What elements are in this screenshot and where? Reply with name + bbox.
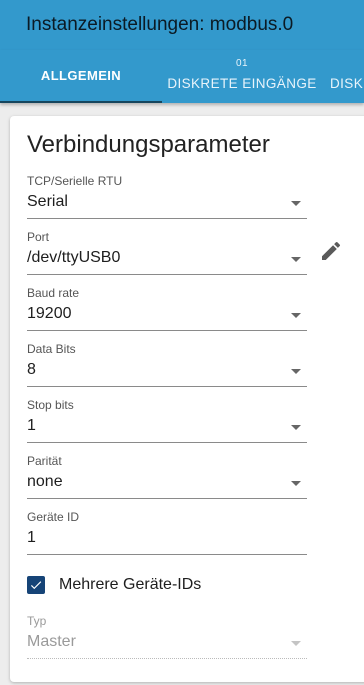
field-label: Typ [27, 614, 47, 628]
tab-diskrete-partial[interactable]: DISKRETE [330, 50, 364, 103]
field-label: Baud rate [27, 286, 80, 300]
field-value: 8 [27, 359, 307, 387]
card-title: Verbindungsparameter [27, 131, 270, 158]
tab-diskrete-eingaenge[interactable]: 01 DISKRETE EINGÄNGE [162, 50, 322, 103]
caret-down-icon [291, 481, 301, 486]
settings-card: Verbindungsparameter TCP/Serielle RTU Se… [10, 116, 364, 682]
multiple-device-ids-checkbox[interactable] [27, 576, 45, 594]
multiple-device-ids-row[interactable]: Mehrere Geräte-IDs [27, 574, 201, 596]
field-label: Port [27, 230, 50, 244]
field-value: 1 [27, 415, 307, 443]
window-title-bar: Instanzeinstellungen: modbus.0 [0, 0, 364, 50]
field-value: Master [27, 631, 307, 659]
caret-down-icon [291, 257, 301, 262]
tab-label: DISKRETE [330, 76, 364, 91]
check-icon [30, 581, 42, 590]
caret-down-icon [291, 313, 301, 318]
tab-bar: ALLGEMEIN 01 DISKRETE EINGÄNGE DISKRETE [0, 50, 364, 103]
active-tab-indicator [0, 101, 162, 103]
field-label: TCP/Serielle RTU [27, 174, 123, 188]
tab-allgemein[interactable]: ALLGEMEIN [0, 50, 162, 103]
tab-label: DISKRETE EINGÄNGE [167, 76, 317, 91]
page-title: Instanzeinstellungen: modbus.0 [26, 14, 294, 35]
edit-port-button[interactable] [319, 239, 343, 263]
tab-number: 01 [236, 58, 248, 69]
field-value: /dev/ttyUSB0 [27, 247, 307, 275]
checkbox-label: Mehrere Geräte-IDs [59, 576, 202, 593]
field-label: Geräte ID [27, 510, 80, 524]
caret-down-icon [291, 201, 301, 206]
field-label: Data Bits [27, 342, 76, 356]
field-value: 1 [27, 527, 307, 555]
field-label: Stop bits [27, 398, 74, 412]
field-value: 19200 [27, 303, 307, 331]
field-value: none [27, 471, 307, 499]
field-value: Serial [27, 191, 307, 219]
caret-down-icon [291, 641, 301, 646]
field-label: Parität [27, 454, 62, 468]
pencil-icon [322, 241, 341, 260]
caret-down-icon [291, 425, 301, 430]
caret-down-icon [291, 369, 301, 374]
tab-label: ALLGEMEIN [40, 68, 122, 83]
